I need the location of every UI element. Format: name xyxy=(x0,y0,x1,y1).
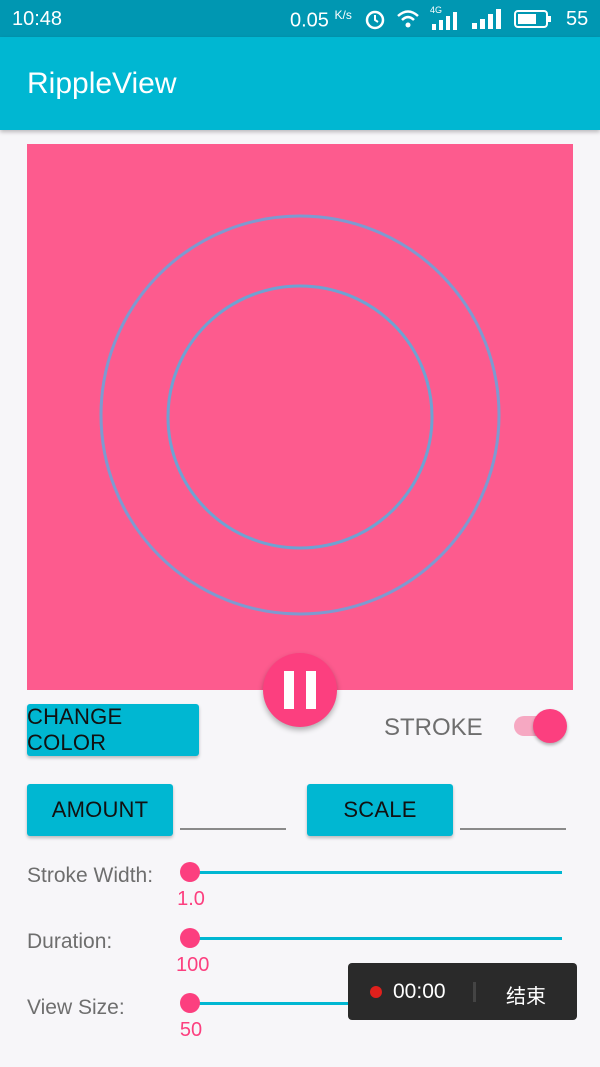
ripple-view[interactable] xyxy=(27,144,573,690)
duration-slider[interactable] xyxy=(190,937,562,940)
status-bar: 10:48 0.05 K/s 4G 55 xyxy=(0,0,600,37)
status-icons: 4G xyxy=(364,5,552,32)
net-speed-unit: K/s xyxy=(334,8,352,22)
battery-icon xyxy=(514,10,551,28)
wifi-icon xyxy=(397,10,419,28)
duration-slider-thumb[interactable] xyxy=(180,928,200,948)
amount-input[interactable] xyxy=(180,796,286,830)
pause-icon-bar-left xyxy=(284,671,294,709)
net-speed: 0.05 K/s xyxy=(290,8,352,33)
stroke-width-label: Stroke Width: xyxy=(27,864,154,887)
alarm-icon xyxy=(365,10,385,30)
app-title: RippleView xyxy=(27,67,177,100)
view-size-label: View Size: xyxy=(27,996,125,1019)
status-time: 10:48 xyxy=(12,8,63,30)
app-bar: RippleView xyxy=(0,37,600,130)
recorder-divider xyxy=(473,982,476,1002)
change-color-button[interactable]: CHANGE COLOR xyxy=(27,704,199,756)
ripple-ring-outer xyxy=(99,214,501,616)
recording-dot-icon xyxy=(370,986,382,998)
signal-icon xyxy=(472,9,501,29)
recording-timer: 00:00 xyxy=(393,980,446,1003)
duration-label: Duration: xyxy=(27,930,113,953)
duration-value: 100 xyxy=(176,954,210,976)
view-size-slider-thumb[interactable] xyxy=(180,993,200,1013)
scale-input[interactable] xyxy=(460,796,566,830)
net-speed-value: 0.05 xyxy=(290,9,329,32)
signal-4g-icon: 4G xyxy=(430,5,460,30)
ripple-ring-inner xyxy=(166,284,434,550)
battery-level: 55 xyxy=(566,8,589,30)
view-size-value: 50 xyxy=(179,1019,203,1041)
scale-button[interactable]: SCALE xyxy=(307,784,453,836)
stroke-width-value: 1.0 xyxy=(177,888,205,910)
stroke-width-slider-thumb[interactable] xyxy=(180,862,200,882)
stroke-width-slider[interactable] xyxy=(190,871,562,874)
pause-icon-bar-right xyxy=(306,671,316,709)
end-recording-button[interactable]: 结束 xyxy=(506,980,546,1009)
amount-button[interactable]: AMOUNT xyxy=(27,784,173,836)
screen-recorder-overlay: 00:00 结束 xyxy=(348,963,577,1020)
stroke-label: STROKE xyxy=(384,714,483,741)
ripple-rings xyxy=(99,214,501,616)
stroke-switch-thumb[interactable] xyxy=(533,709,567,743)
pause-button[interactable] xyxy=(263,653,337,727)
